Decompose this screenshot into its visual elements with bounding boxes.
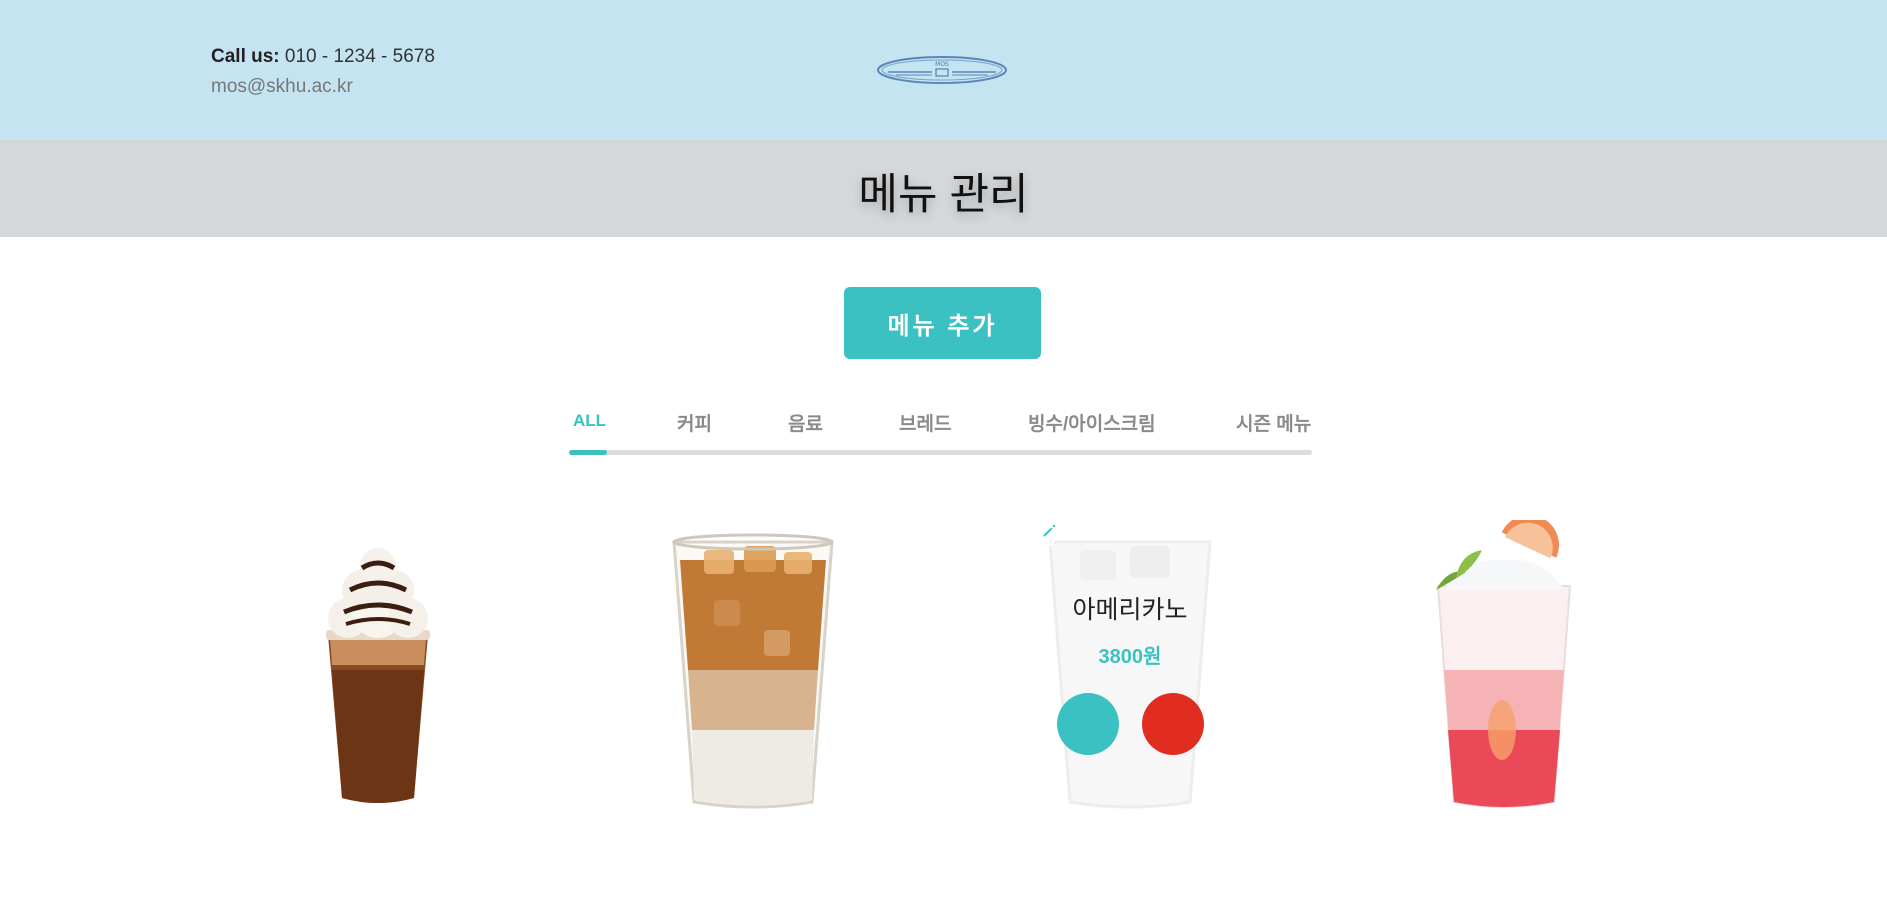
logo-text: MOS [935, 61, 949, 68]
menu-card[interactable]: 아메리카노 3800원 [1030, 520, 1230, 820]
iced-latte-image [672, 533, 834, 809]
tab-active-indicator [569, 450, 607, 455]
top-header: Call us: 010 - 1234 - 5678 mos@skhu.ac.k… [0, 0, 1887, 140]
tab-bread[interactable]: 브레드 [899, 409, 951, 436]
menu-item-name: 아메리카노 [1072, 596, 1188, 624]
page-title: 메뉴 관리 [858, 171, 1029, 219]
tab-all[interactable]: ALL [573, 411, 606, 431]
edit-button[interactable] [1033, 522, 1119, 755]
menu-card[interactable] [278, 520, 478, 820]
menu-card[interactable] [1404, 520, 1604, 820]
tab-season-menu[interactable]: 시즌 메뉴 [1236, 409, 1311, 436]
menu-card-hover-overlay: 아메리카노 3800원 [1030, 520, 1230, 820]
tab-drinks[interactable]: 음료 [788, 409, 823, 436]
add-menu-button[interactable]: 메뉴 추가 [844, 287, 1041, 359]
call-label: Call us: [211, 46, 280, 67]
menu-card-actions [1033, 522, 1204, 755]
category-tabs: ALL 커피 음료 브레드 빙수/아이스크림 시즌 메뉴 [569, 405, 1312, 465]
phone-number: 010 - 1234 - 5678 [284, 46, 435, 67]
mos-logo[interactable]: MOS [876, 55, 1008, 85]
phone-line: Call us: 010 - 1234 - 5678 [211, 42, 435, 72]
close-icon [1035, 525, 1055, 545]
menu-item-price: 3800원 [1098, 646, 1162, 668]
tab-bingsu-icecream[interactable]: 빙수/아이스크림 [1028, 409, 1156, 436]
tab-track [569, 450, 1312, 455]
delete-button[interactable] [1035, 525, 1204, 755]
contact-info: Call us: 010 - 1234 - 5678 mos@skhu.ac.k… [211, 42, 435, 102]
email-address: mos@skhu.ac.kr [211, 76, 353, 97]
tab-coffee[interactable]: 커피 [677, 409, 712, 436]
chocolate-frappe-image [326, 548, 430, 803]
grapefruit-ade-image [1436, 520, 1572, 808]
menu-card[interactable] [652, 520, 852, 820]
